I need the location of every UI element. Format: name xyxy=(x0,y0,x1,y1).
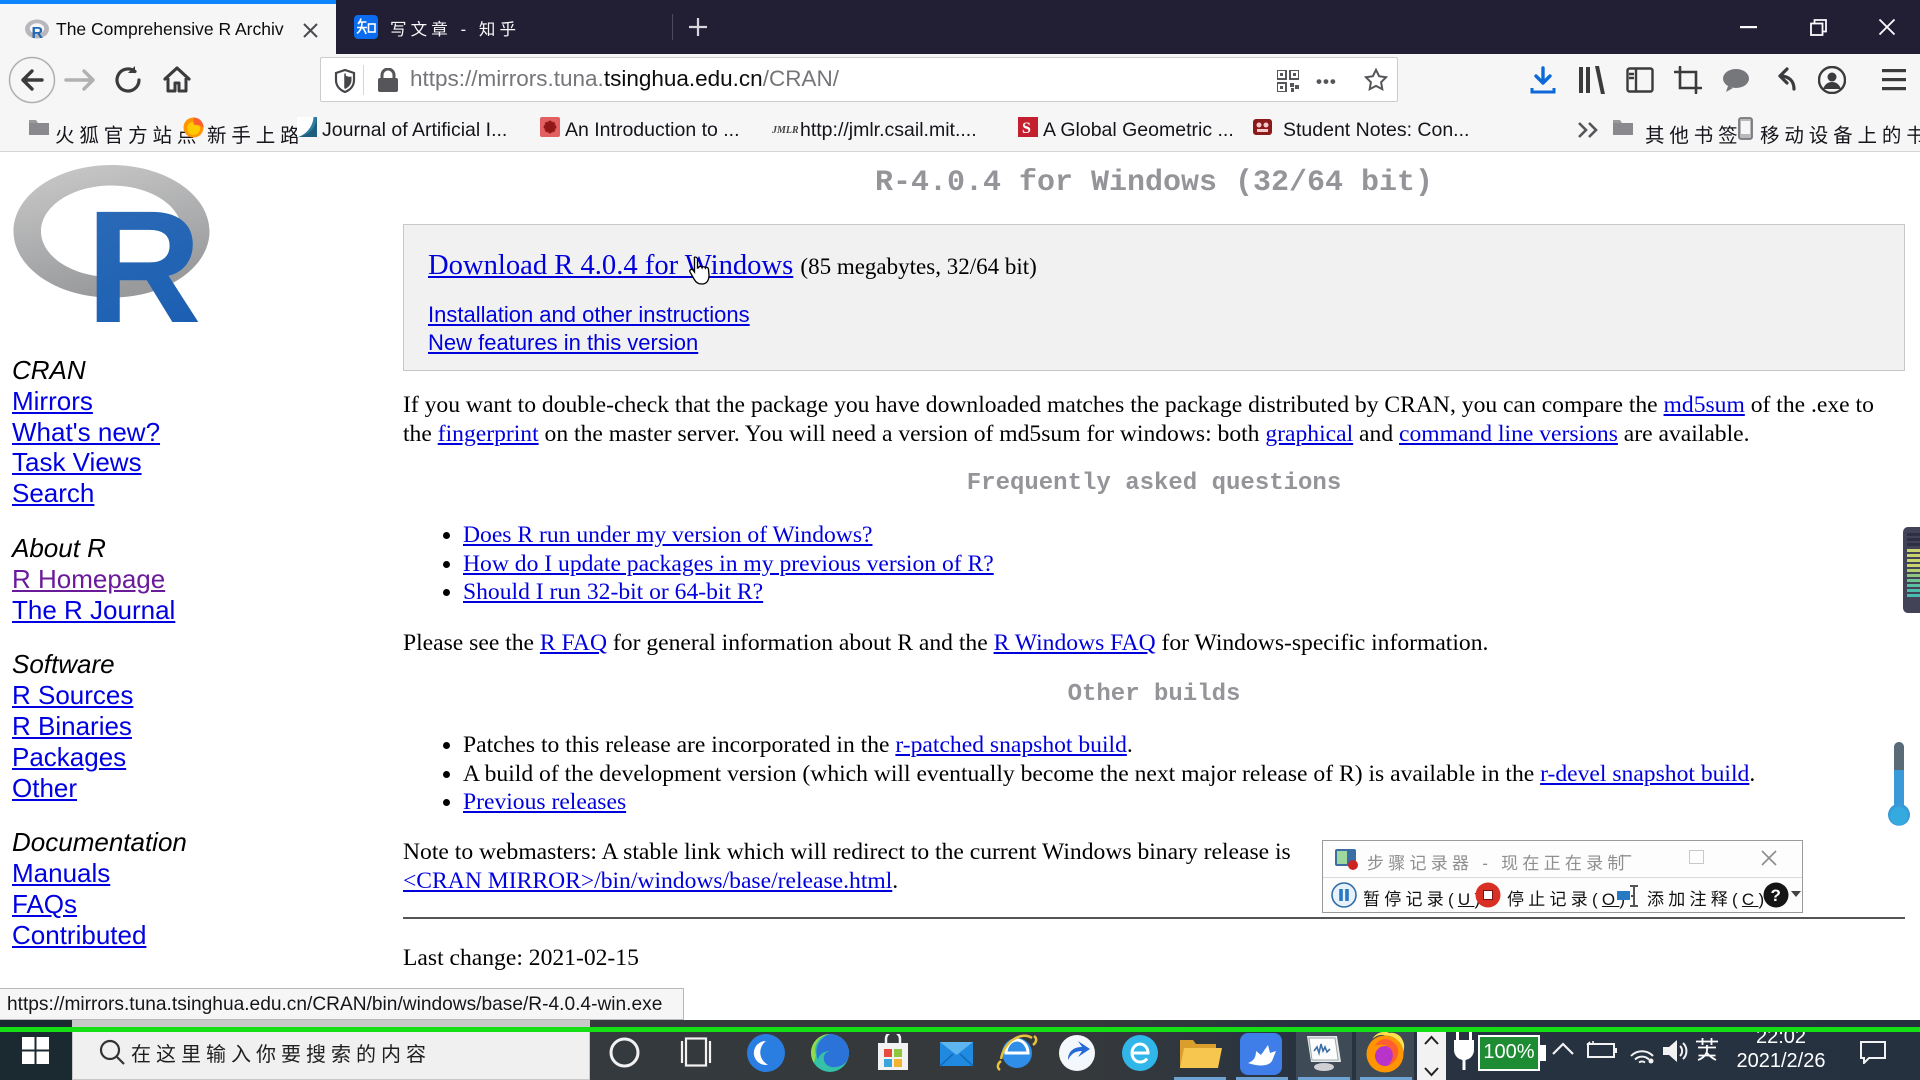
svg-text:?: ? xyxy=(1771,886,1781,905)
svg-text:JMLR: JMLR xyxy=(772,125,798,136)
svg-text:R: R xyxy=(86,177,202,332)
svg-text:S: S xyxy=(1022,120,1031,137)
svg-text:R: R xyxy=(32,25,44,42)
